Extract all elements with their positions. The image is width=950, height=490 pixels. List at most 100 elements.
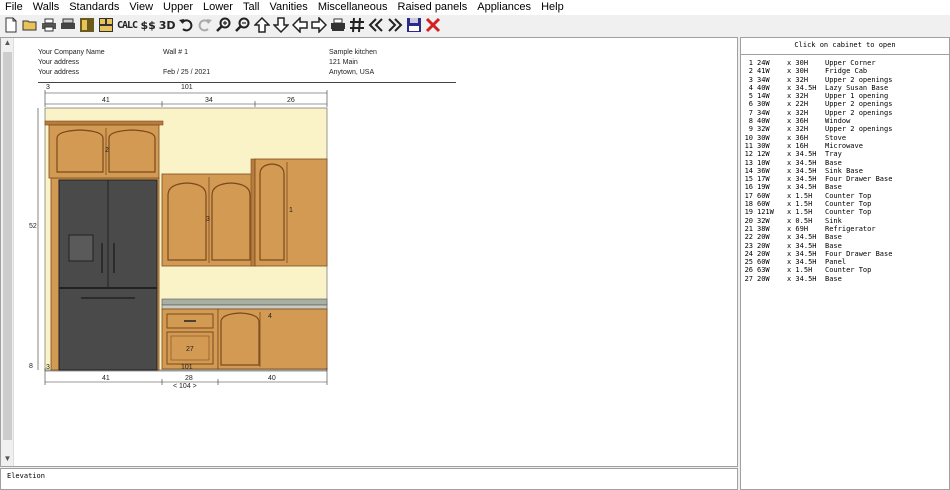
list-item-width: 32W <box>757 125 770 134</box>
list-item-description: Upper 1 opening <box>825 92 889 101</box>
cabinet-list-item[interactable]: 2 41W x 30H Fridge Cab <box>741 67 949 75</box>
menu-walls[interactable]: Walls <box>28 0 64 15</box>
list-item-description: Counter Top <box>825 266 872 275</box>
menu-file[interactable]: File <box>0 0 28 15</box>
elevation-drawing[interactable]: 3 101 41 34 26 2 3 1 27 52 8 3 101 41 28… <box>1 38 737 466</box>
cabinet-list-item[interactable]: 15 17W x 34.5H Four Drawer Base <box>741 175 949 183</box>
cabinet-list-item[interactable]: 17 60W x 1.5H Counter Top <box>741 192 949 200</box>
menu-appliances[interactable]: Appliances <box>472 0 536 15</box>
menu-upper[interactable]: Upper <box>158 0 198 15</box>
menu-help[interactable]: Help <box>536 0 569 15</box>
close-icon[interactable] <box>424 16 442 34</box>
cabinet-list-item[interactable]: 6 30W x 22H Upper 2 openings <box>741 100 949 108</box>
list-item-height: x 34.5H <box>787 150 817 159</box>
menu-standards[interactable]: Standards <box>64 0 124 15</box>
cabinet-list[interactable]: 1 24W x 30H Upper Corner 2 41W x 30H Fridge Cab… <box>741 55 949 283</box>
list-item-width: 30W <box>757 100 770 109</box>
cabinet-list-item[interactable]: 4 40W x 34.5H Lazy Susan Base <box>741 84 949 92</box>
cabinet-2-fridge-upper[interactable] <box>44 120 164 179</box>
layout-icon[interactable] <box>78 16 96 34</box>
side-dim-height: 52 <box>29 223 37 230</box>
cabinet-list-item[interactable]: 11 30W x 16H Microwave <box>741 142 949 150</box>
list-item-height: x 34.5H <box>787 274 817 283</box>
list-item-width: 121W <box>757 208 774 217</box>
rewind-icon[interactable] <box>367 16 385 34</box>
list-item-description: Base <box>825 241 842 250</box>
cabinet-list-item[interactable]: 1 24W x 30H Upper Corner <box>741 59 949 67</box>
open-folder-icon[interactable] <box>21 16 39 34</box>
print-icon[interactable] <box>40 16 58 34</box>
list-item-description: Tray <box>825 150 842 159</box>
arrow-left-icon[interactable] <box>291 16 309 34</box>
list-item-description: Upper Corner <box>825 59 876 67</box>
hash-icon[interactable] <box>348 16 366 34</box>
cabinet-list-item[interactable]: 26 63W x 1.5H Counter Top <box>741 266 949 274</box>
redo-icon[interactable] <box>196 16 214 34</box>
zoom-out-icon[interactable] <box>234 16 252 34</box>
menu-miscellaneous[interactable]: Miscellaneous <box>313 0 393 15</box>
list-item-height: x 34.5H <box>787 258 817 267</box>
cabinet-list-item[interactable]: 9 32W x 32H Upper 2 openings <box>741 125 949 133</box>
cabinet-list-item[interactable]: 27 20W x 34.5H Base <box>741 275 949 283</box>
list-item-width: 41W <box>757 67 770 76</box>
cabinet-list-item[interactable]: 13 10W x 34.5H Base <box>741 159 949 167</box>
undo-icon[interactable] <box>177 16 195 34</box>
3d-view-icon[interactable]: 3D <box>158 16 176 34</box>
arrow-right-icon[interactable] <box>310 16 328 34</box>
menu-view[interactable]: View <box>124 0 158 15</box>
new-file-icon[interactable] <box>2 16 20 34</box>
list-item-width: 38W <box>757 224 770 233</box>
cost-icon[interactable]: $$ <box>139 16 157 34</box>
arrow-down-icon[interactable] <box>272 16 290 34</box>
list-item-id: 7 <box>748 108 753 117</box>
bottom-dim-total: < 104 > <box>173 383 197 390</box>
menu-lower[interactable]: Lower <box>198 0 238 15</box>
cabinet-list-pane: Click on cabinet to open 1 24W x 30H Upper … <box>740 37 950 490</box>
cabinet-list-item[interactable]: 5 14W x 32H Upper 1 opening <box>741 92 949 100</box>
cabinet-list-item[interactable]: 18 60W x 1.5H Counter Top <box>741 200 949 208</box>
cabinet-list-item[interactable]: 16 19W x 34.5H Base <box>741 183 949 191</box>
list-item-description: Four Drawer Base <box>825 175 893 184</box>
drawing-pane[interactable]: ▲ ▼ Your Company Name Your address Your … <box>0 37 738 467</box>
cabinet-list-item[interactable]: 24 20W x 34.5H Four Drawer Base <box>741 250 949 258</box>
zoom-in-icon[interactable] <box>215 16 233 34</box>
cabinet-list-item[interactable]: 22 20W x 34.5H Base <box>741 233 949 241</box>
cabinet-list-item[interactable]: 10 30W x 36H Stove <box>741 134 949 142</box>
cabinet-list-item[interactable]: 21 38W x 69H Refrigerator <box>741 225 949 233</box>
list-item-id: 17 <box>744 191 753 200</box>
list-item-height: x 34.5H <box>787 183 817 192</box>
cabinet-list-item[interactable]: 7 34W x 32H Upper 2 openings <box>741 109 949 117</box>
cabinet-list-item[interactable]: 3 34W x 32H Upper 2 openings <box>741 76 949 84</box>
top-dim-overall: 101 <box>181 84 193 91</box>
list-item-height: x 32H <box>787 125 809 134</box>
menu-vanities[interactable]: Vanities <box>264 0 312 15</box>
cabinet-list-item[interactable]: 8 40W x 36H Window <box>741 117 949 125</box>
cabinet-27-base[interactable] <box>161 308 219 370</box>
cabinet-list-item[interactable]: 19 121W x 1.5H Counter Top <box>741 208 949 216</box>
bottom-dim-overall: 101 <box>181 364 193 371</box>
list-item-description: Counter Top <box>825 191 872 200</box>
countertop[interactable] <box>161 298 328 310</box>
menu-tall[interactable]: Tall <box>238 0 265 15</box>
menu-raised-panels[interactable]: Raised panels <box>393 0 473 15</box>
print-preview-icon[interactable] <box>59 16 77 34</box>
calc-icon[interactable]: CALC <box>116 16 138 34</box>
printer-icon[interactable] <box>329 16 347 34</box>
list-item-width: 40W <box>757 117 770 126</box>
cabinet-list-item[interactable]: 20 32W x 0.5H Sink <box>741 217 949 225</box>
cabinet-list-item[interactable]: 23 20W x 34.5H Base <box>741 242 949 250</box>
list-item-id: 25 <box>744 258 753 267</box>
list-item-id: 2 <box>748 67 753 76</box>
list-item-width: 17W <box>757 175 770 184</box>
refrigerator[interactable] <box>58 179 158 371</box>
list-item-id: 9 <box>748 125 753 134</box>
cabinet-4-lazy-susan-base[interactable] <box>217 308 328 370</box>
save-icon[interactable] <box>405 16 423 34</box>
cabinet-list-item[interactable]: 25 60W x 34.5H Panel <box>741 258 949 266</box>
list-item-width: 20W <box>757 241 770 250</box>
grid-layout-icon[interactable] <box>97 16 115 34</box>
cabinet-list-item[interactable]: 12 12W x 34.5H Tray <box>741 150 949 158</box>
arrow-up-icon[interactable] <box>253 16 271 34</box>
fast-forward-icon[interactable] <box>386 16 404 34</box>
cabinet-list-item[interactable]: 14 36W x 34.5H Sink Base <box>741 167 949 175</box>
